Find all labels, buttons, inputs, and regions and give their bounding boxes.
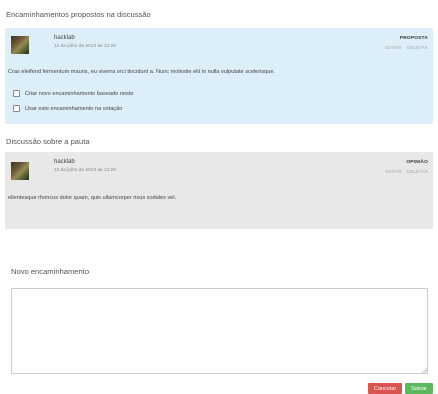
edit-button[interactable]: EDITAR	[385, 45, 402, 50]
post-type-badge: OPINIÃO	[406, 160, 428, 165]
post-body: ellentesque rhoncus dolor quam, quis ull…	[8, 195, 177, 201]
resize-grip-icon[interactable]	[422, 368, 427, 373]
checkbox[interactable]	[13, 90, 20, 97]
post-type-badge: PROPOSTA	[399, 36, 428, 41]
avatar	[11, 36, 29, 54]
post-body: Cras eleifend fermentum mauris, eu viver…	[8, 69, 276, 75]
edit-button[interactable]: EDITAR	[385, 169, 402, 174]
cancel-button[interactable]: Cancelar	[368, 383, 402, 394]
checkbox[interactable]	[13, 105, 20, 112]
avatar	[11, 162, 29, 180]
discussion-post: hacklab 12 de julho de 2013 às 12:26 OPI…	[5, 152, 433, 229]
new-proposal-textarea[interactable]	[11, 288, 428, 374]
proposal-post: hacklab 12 de julho de 2013 às 12:26 PRO…	[5, 28, 433, 124]
save-button[interactable]: Salvar	[405, 383, 433, 394]
option-label: Criar novo encaminhamento baseado neste	[25, 90, 134, 97]
post-author[interactable]: hacklab	[54, 159, 75, 165]
post-actions: EDITAR DELETAR	[381, 45, 428, 50]
delete-button[interactable]: DELETAR	[407, 169, 428, 174]
proposals-section-title: Encaminhamentos propostos na discussão	[6, 10, 151, 19]
discussion-section-title: Discussão sobre a pauta	[6, 137, 90, 146]
post-actions: EDITAR DELETAR	[381, 169, 428, 174]
delete-button[interactable]: DELETAR	[407, 45, 428, 50]
post-author[interactable]: hacklab	[54, 35, 75, 41]
new-proposal-title: Novo encaminhamento	[11, 267, 90, 276]
create-proposal-option[interactable]: Criar novo encaminhamento baseado neste	[13, 90, 134, 97]
post-date: 12 de julho de 2013 às 12:26	[54, 44, 116, 49]
use-in-vote-option[interactable]: Usar este encaminhamento na votação	[13, 105, 122, 112]
post-date: 12 de julho de 2013 às 12:26	[54, 168, 116, 173]
option-label: Usar este encaminhamento na votação	[25, 105, 123, 112]
